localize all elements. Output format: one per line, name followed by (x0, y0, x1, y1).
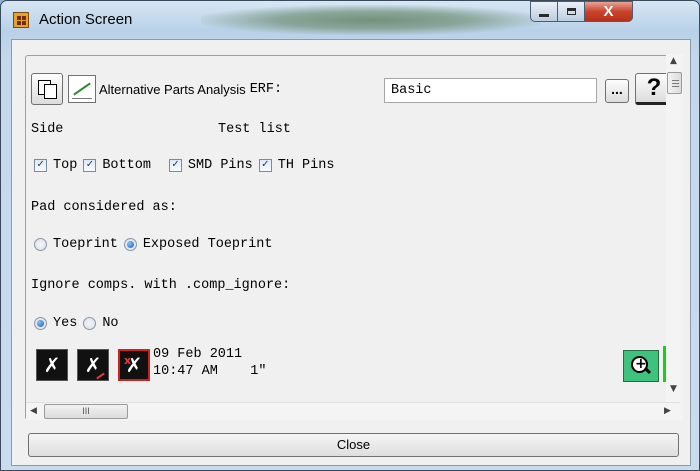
side-bottom-option[interactable]: ✓ Bottom (83, 158, 151, 173)
close-button[interactable]: Close (28, 433, 679, 457)
copy-button[interactable] (31, 73, 63, 105)
side-bottom-checkbox[interactable]: ✓ (83, 159, 97, 172)
vertical-scrollbar[interactable]: ▲ ▼ (666, 54, 683, 420)
close-icon: X (603, 3, 614, 20)
run-action-button[interactable]: ✗ (36, 349, 68, 381)
pad-header: Pad considered as: (31, 200, 177, 215)
pad-options: Toeprint Exposed Toeprint (34, 237, 278, 252)
pad-label: Pad considered as: (31, 200, 177, 215)
exposed-toeprint-radio[interactable] (123, 238, 137, 251)
title-bar-background (201, 5, 541, 35)
copy-icon (38, 80, 57, 99)
action-tools: ✗ ✗ ✗ x 09 Feb 2011 10:47 AM 1" (36, 346, 266, 381)
toeprint-option[interactable]: Toeprint (34, 237, 118, 252)
side-header: Side (31, 122, 63, 137)
maximize-icon (566, 8, 576, 15)
ignore-yes-radio[interactable] (34, 317, 47, 330)
ignore-yes-option[interactable]: Yes (34, 316, 77, 331)
toolbar-row: Alternative Parts Analysis ERF: (31, 73, 282, 105)
action-screen-window: Action Screen X Alternative Parts Analys… (0, 0, 700, 471)
smd-pins-checkbox[interactable]: ✓ (168, 159, 182, 172)
ignore-header: Ignore comps. with .comp_ignore: (31, 278, 290, 293)
test-list-header: Test list (218, 122, 291, 137)
running-figure-check-icon: ✗ (84, 353, 102, 377)
running-figure-icon: ✗ (43, 353, 61, 377)
window-title: Action Screen (39, 11, 133, 28)
run-and-check-button[interactable]: ✗ (77, 349, 109, 381)
side-top-option[interactable]: ✓ Top (34, 158, 77, 173)
ignore-no-option[interactable]: No (83, 316, 119, 331)
grid-app-icon (13, 12, 29, 28)
run-date: 09 Feb 2011 (153, 347, 243, 362)
browse-ellipsis-button[interactable]: ... (605, 79, 629, 103)
scroll-left-icon[interactable]: ◀ (30, 406, 37, 416)
run-duration: 1" (250, 364, 267, 379)
vertical-scroll-thumb[interactable] (667, 72, 682, 94)
ignore-no-radio[interactable] (83, 317, 97, 330)
minimize-button[interactable] (530, 1, 558, 22)
side-label: Side (31, 122, 64, 137)
run-timestamp: 09 Feb 2011 10:47 AM 1" (153, 346, 266, 380)
window-controls: X (530, 1, 633, 22)
horizontal-scroll-thumb[interactable]: III (44, 404, 128, 419)
scroll-up-icon[interactable]: ▲ (670, 56, 677, 66)
side-top-checkbox[interactable]: ✓ (34, 159, 47, 172)
zoom-in-icon: + (630, 355, 652, 377)
maximize-button[interactable] (558, 1, 585, 22)
window-close-button[interactable]: X (585, 1, 633, 22)
smd-pins-option[interactable]: ✓ SMD Pins (168, 158, 253, 173)
action-panel: Alternative Parts Analysis ERF: Basic ..… (25, 55, 681, 420)
minimize-icon (539, 13, 549, 17)
scroll-down-icon[interactable]: ▼ (670, 384, 677, 394)
scroll-right-icon[interactable]: ▶ (664, 406, 671, 416)
chart-icon[interactable] (68, 75, 96, 103)
erf-input[interactable]: Basic (384, 78, 597, 103)
ignore-options: Yes No (34, 316, 125, 331)
side-and-test-options: ✓ Top ✓ Bottom ✓ SMD Pins ✓ TH Pins (34, 158, 340, 173)
exposed-toeprint-option[interactable]: Exposed Toeprint (123, 237, 272, 252)
horizontal-scrollbar[interactable]: ◀ III ▶ (26, 402, 680, 420)
th-pins-checkbox[interactable]: ✓ (258, 159, 272, 172)
test-list-label: Test list (218, 122, 291, 137)
toeprint-radio[interactable] (34, 238, 47, 251)
run-time: 10:47 AM (153, 364, 218, 379)
client-area: Alternative Parts Analysis ERF: Basic ..… (11, 39, 691, 466)
zoom-button[interactable]: + (623, 350, 659, 382)
erf-label: ERF: (249, 81, 283, 97)
ignore-label: Ignore comps. with .comp_ignore: (31, 278, 291, 293)
alternative-parts-label: Alternative Parts Analysis (99, 81, 246, 97)
run-and-cancel-button[interactable]: ✗ x (118, 349, 150, 381)
th-pins-option[interactable]: ✓ TH Pins (258, 158, 334, 173)
title-bar[interactable]: Action Screen X (1, 1, 699, 39)
